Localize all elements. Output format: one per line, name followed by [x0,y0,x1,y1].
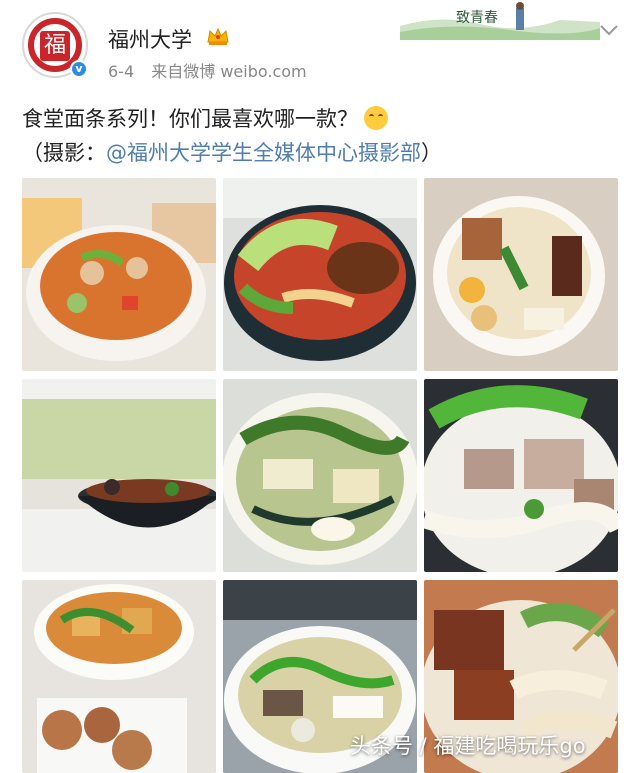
photo-grid [22,178,618,773]
vip-crown-icon [207,27,229,45]
post-header: 福 v 福州大学 6-4 来自微博 weibo.com 致青春 [0,0,640,96]
window-noodle-bowl-photo [22,379,216,572]
smirk-emoji-icon [364,106,388,130]
photo-credit: （摄影：@福州大学学生全媒体中心摄影部） [22,136,622,170]
kelp-tofu-noodle-photo [223,379,417,572]
card-banner-decoration: 致青春 [400,0,600,40]
post-source[interactable]: 来自微博 weibo.com [151,62,306,81]
photo-2[interactable] [223,178,417,371]
logo-seal: 福 [40,31,70,61]
photo-4[interactable] [22,379,216,572]
braised-meat-noodle-photo [424,178,618,371]
post-meta: 6-4 来自微博 weibo.com [108,58,307,82]
username[interactable]: 福州大学 [108,24,192,54]
post-text: 食堂面条系列！你们最喜欢哪一款？ [22,107,358,131]
credit-prefix: （摄影： [22,141,106,165]
chevron-down-icon[interactable] [598,22,620,38]
avatar[interactable]: 福 v [22,12,88,78]
post-body: 食堂面条系列！你们最喜欢哪一款？ （摄影：@福州大学学生全媒体中心摄影部） [22,102,622,170]
banner-text: 致青春 [456,10,498,26]
photo-5[interactable] [223,379,417,572]
photo-1[interactable] [22,178,216,371]
spicy-beef-noodle-photo [223,178,417,371]
curry-noodle-photo [22,178,216,371]
photo-7[interactable] [22,580,216,773]
watermark: 头条号 / 福建吃喝玩乐go [350,734,586,758]
photo-6[interactable] [424,379,618,572]
post-date: 6-4 [108,62,135,81]
mention-link[interactable]: @福州大学学生全媒体中心摄影部 [106,141,421,165]
verified-badge-icon: v [70,60,88,78]
photo-3[interactable] [424,178,618,371]
credit-suffix: ） [421,141,442,165]
post-text-line: 食堂面条系列！你们最喜欢哪一款？ [22,102,622,136]
fried-tofu-noodle-photo [22,580,216,773]
pork-rib-noodle-photo [424,379,618,572]
